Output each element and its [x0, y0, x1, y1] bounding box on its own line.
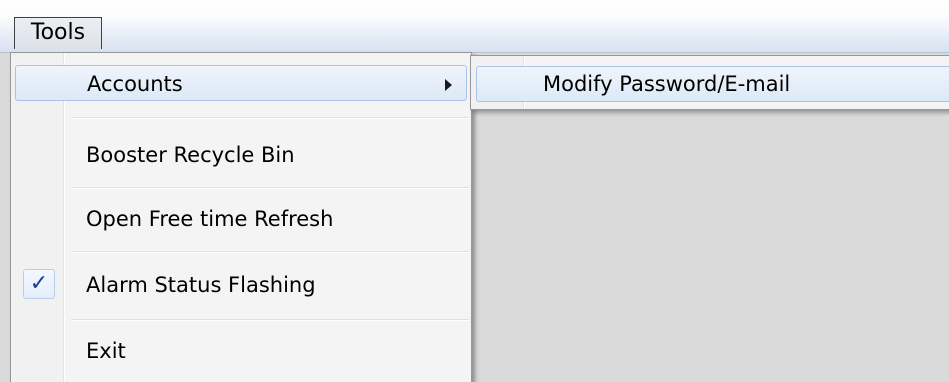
- menu-item-modify-password-email[interactable]: Modify Password/E-mail: [476, 66, 949, 102]
- menu-item-alarm-status-flashing[interactable]: ✓ Alarm Status Flashing: [15, 267, 467, 303]
- menu-separator: [71, 187, 469, 189]
- menu-item-label: Modify Password/E-mail: [543, 72, 791, 96]
- menu-item-label: Open Free time Refresh: [86, 207, 334, 231]
- menu-tools[interactable]: Tools: [14, 17, 102, 49]
- menu-item-label: Alarm Status Flashing: [86, 273, 316, 297]
- checkmark-icon: ✓: [23, 269, 55, 299]
- menu-item-accounts[interactable]: Accounts: [15, 65, 467, 101]
- tools-dropdown-menu: Accounts Booster Recycle Bin Open Free t…: [10, 52, 472, 382]
- menu-separator: [71, 117, 469, 119]
- menu-bar: Tools: [0, 0, 949, 53]
- menu-item-exit[interactable]: Exit: [15, 333, 467, 369]
- menu-item-booster-recycle-bin[interactable]: Booster Recycle Bin: [15, 137, 467, 173]
- menu-separator: [71, 251, 469, 253]
- submenu-arrow-icon: [445, 79, 452, 91]
- menu-item-label: Booster Recycle Bin: [86, 143, 295, 167]
- menu-item-label: Exit: [86, 339, 126, 363]
- menu-separator: [71, 319, 469, 321]
- accounts-submenu: Modify Password/E-mail: [470, 55, 949, 110]
- menu-item-label: Accounts: [87, 72, 183, 96]
- menu-item-open-free-time-refresh[interactable]: Open Free time Refresh: [15, 201, 467, 237]
